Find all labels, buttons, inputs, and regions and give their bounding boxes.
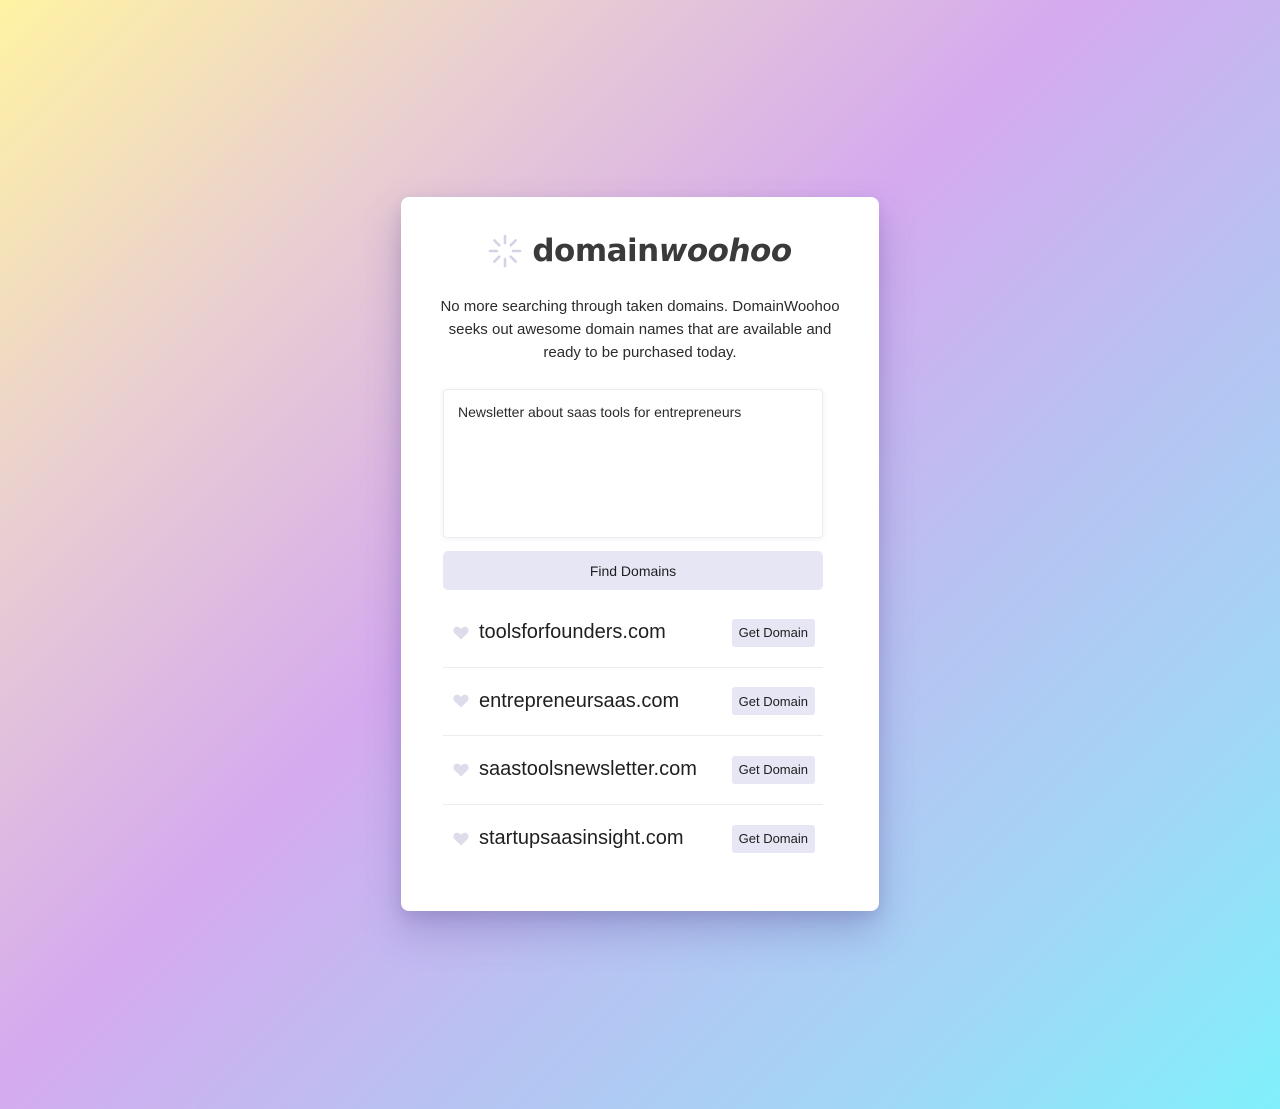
tagline: No more searching through taken domains.… (440, 298, 840, 361)
get-domain-button[interactable]: Get Domain (731, 824, 815, 853)
get-domain-button[interactable]: Get Domain (731, 755, 815, 784)
logo-text-regular: domain (532, 233, 659, 269)
domain-name: startupsaasinsight.com (479, 827, 684, 850)
get-domain-button[interactable]: Get Domain (731, 687, 815, 716)
logo-text-italic: woohoo (658, 233, 792, 269)
heart-icon[interactable] (452, 831, 469, 847)
domain-name: entrepreneursaas.com (479, 689, 680, 712)
get-domain-button[interactable]: Get Domain (731, 618, 815, 647)
find-domains-button[interactable]: Find Domains (443, 551, 823, 590)
logo: domainwoohoo (401, 231, 879, 271)
result-row: toolsforfounders.com Get Domain (443, 599, 823, 668)
result-row: startupsaasinsight.com Get Domain (443, 805, 823, 874)
heart-icon[interactable] (452, 625, 469, 641)
description-input[interactable] (444, 390, 822, 537)
domain-name: saastoolsnewsletter.com (479, 758, 697, 781)
spinner-icon (489, 234, 522, 268)
result-row: entrepreneursaas.com Get Domain (443, 668, 823, 736)
main-card: domainwoohoo No more searching through t… (401, 197, 879, 911)
results-list: toolsforfounders.com Get Domain entrepre… (443, 599, 823, 873)
heart-icon[interactable] (452, 762, 469, 778)
logo-text: domainwoohoo (532, 233, 792, 269)
heart-icon[interactable] (452, 693, 469, 709)
result-row: saastoolsnewsletter.com Get Domain (443, 736, 823, 805)
domain-name: toolsforfounders.com (479, 621, 666, 644)
description-input-wrapper (443, 389, 823, 538)
